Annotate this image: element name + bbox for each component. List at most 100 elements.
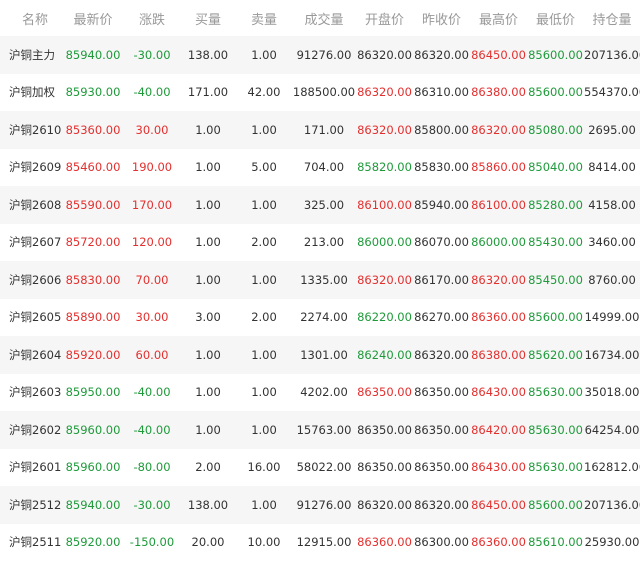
table-row[interactable]: 沪铜2608 85590.00 170.00 1.00 1.00 325.00 86100.…: [0, 186, 640, 224]
table-cell-bid-volume: 1.00: [180, 411, 236, 449]
table-cell-bid-volume: 1.00: [180, 336, 236, 374]
table-cell-prev-close: 86300.00: [413, 523, 470, 561]
contract-name-cell[interactable]: 沪铜2610: [0, 111, 62, 149]
table-cell-ask-volume: 1.00: [236, 336, 292, 374]
table-cell-high: 86320.00: [470, 261, 527, 299]
contract-name-cell[interactable]: 沪铜2512: [0, 486, 62, 524]
table-cell-high: 86100.00: [470, 186, 527, 224]
table-cell-change: 70.00: [124, 261, 180, 299]
table-row[interactable]: 沪铜2607 85720.00 120.00 1.00 2.00 213.00 86000.…: [0, 223, 640, 261]
column-header-last-price[interactable]: 最新价: [62, 0, 124, 36]
column-header-volume[interactable]: 成交量: [292, 0, 356, 36]
table-cell-change: 30.00: [124, 298, 180, 336]
table-cell-prev-close: 86170.00: [413, 261, 470, 299]
table-cell-change: 170.00: [124, 186, 180, 224]
table-cell-ask-volume: 1.00: [236, 411, 292, 449]
table-cell-low: 85630.00: [527, 411, 584, 449]
table-cell-high: 86430.00: [470, 448, 527, 486]
table-cell-bid-volume: 2.00: [180, 448, 236, 486]
table-cell-open-interest: 207136.00: [584, 486, 640, 524]
table-header: 名称 最新价 涨跌 买量 卖量 成交量 开盘价 昨收价 最高价 最低价 持仓量: [0, 0, 640, 36]
table-row[interactable]: 沪铜2511 85920.00 -150.00 20.00 10.00 12915.00 8…: [0, 523, 640, 561]
table-cell-low: 85600.00: [527, 486, 584, 524]
table-cell-open-interest: 14999.00: [584, 298, 640, 336]
table-cell-last-price: 85590.00: [62, 186, 124, 224]
table-row[interactable]: 沪铜2609 85460.00 190.00 1.00 5.00 704.00 85820.…: [0, 148, 640, 186]
futures-quote-table: 名称 最新价 涨跌 买量 卖量 成交量 开盘价 昨收价 最高价 最低价 持仓量 沪铜主力 85940.…: [0, 0, 640, 561]
contract-name-cell[interactable]: 沪铜2605: [0, 298, 62, 336]
contract-name-cell[interactable]: 沪铜2609: [0, 148, 62, 186]
contract-name-cell[interactable]: 沪铜加权: [0, 73, 62, 111]
table-cell-high: 85860.00: [470, 148, 527, 186]
table-cell-open-interest: 162812.00: [584, 448, 640, 486]
table-row[interactable]: 沪铜2602 85960.00 -40.00 1.00 1.00 15763.00 8635…: [0, 411, 640, 449]
table-row[interactable]: 沪铜2601 85960.00 -80.00 2.00 16.00 58022.00 863…: [0, 448, 640, 486]
table-cell-volume: 12915.00: [292, 523, 356, 561]
table-cell-bid-volume: 138.00: [180, 36, 236, 74]
table-cell-low: 85450.00: [527, 261, 584, 299]
table-cell-volume: 1335.00: [292, 261, 356, 299]
column-header-name[interactable]: 名称: [0, 0, 62, 36]
column-header-low[interactable]: 最低价: [527, 0, 584, 36]
table-cell-low: 85630.00: [527, 373, 584, 411]
table-cell-prev-close: 86310.00: [413, 73, 470, 111]
contract-name-cell[interactable]: 沪铜2601: [0, 448, 62, 486]
table-cell-ask-volume: 1.00: [236, 186, 292, 224]
table-cell-open-interest: 207136.00: [584, 36, 640, 74]
column-header-open[interactable]: 开盘价: [356, 0, 413, 36]
table-row[interactable]: 沪铜加权 85930.00 -40.00 171.00 42.00 188500.00 86…: [0, 73, 640, 111]
table-cell-low: 85280.00: [527, 186, 584, 224]
table-cell-ask-volume: 1.00: [236, 261, 292, 299]
column-header-prev-close[interactable]: 昨收价: [413, 0, 470, 36]
table-row[interactable]: 沪铜2604 85920.00 60.00 1.00 1.00 1301.00 86240.…: [0, 336, 640, 374]
table-row[interactable]: 沪铜2606 85830.00 70.00 1.00 1.00 1335.00 86320.…: [0, 261, 640, 299]
column-header-change[interactable]: 涨跌: [124, 0, 180, 36]
column-header-high[interactable]: 最高价: [470, 0, 527, 36]
contract-name-cell[interactable]: 沪铜2607: [0, 223, 62, 261]
table-cell-bid-volume: 1.00: [180, 111, 236, 149]
table-cell-open: 86100.00: [356, 186, 413, 224]
column-header-open-interest[interactable]: 持仓量: [584, 0, 640, 36]
table-cell-bid-volume: 1.00: [180, 186, 236, 224]
table-cell-change: -40.00: [124, 411, 180, 449]
table-cell-open: 86320.00: [356, 111, 413, 149]
table-cell-open: 86350.00: [356, 411, 413, 449]
contract-name-cell[interactable]: 沪铜2608: [0, 186, 62, 224]
contract-name-cell[interactable]: 沪铜2602: [0, 411, 62, 449]
table-cell-bid-volume: 138.00: [180, 486, 236, 524]
table-row[interactable]: 沪铜2512 85940.00 -30.00 138.00 1.00 91276.00 86…: [0, 486, 640, 524]
table-cell-volume: 188500.00: [292, 73, 356, 111]
table-cell-bid-volume: 1.00: [180, 373, 236, 411]
table-cell-high: 86360.00: [470, 298, 527, 336]
table-cell-high: 86450.00: [470, 36, 527, 74]
table-cell-open-interest: 8760.00: [584, 261, 640, 299]
table-cell-open-interest: 2695.00: [584, 111, 640, 149]
table-row[interactable]: 沪铜主力 85940.00 -30.00 138.00 1.00 91276.00 8632…: [0, 36, 640, 74]
contract-name-cell[interactable]: 沪铜2511: [0, 523, 62, 561]
table-cell-open-interest: 4158.00: [584, 186, 640, 224]
contract-name-cell[interactable]: 沪铜2606: [0, 261, 62, 299]
table-row[interactable]: 沪铜2610 85360.00 30.00 1.00 1.00 171.00 86320.0…: [0, 111, 640, 149]
column-header-bid-volume[interactable]: 买量: [180, 0, 236, 36]
table-cell-open-interest: 35018.00: [584, 373, 640, 411]
table-cell-prev-close: 86350.00: [413, 448, 470, 486]
contract-name-cell[interactable]: 沪铜2604: [0, 336, 62, 374]
contract-name-cell[interactable]: 沪铜主力: [0, 36, 62, 74]
contract-name-cell[interactable]: 沪铜2603: [0, 373, 62, 411]
table-row[interactable]: 沪铜2605 85890.00 30.00 3.00 2.00 2274.00 86220.…: [0, 298, 640, 336]
table-cell-low: 85630.00: [527, 448, 584, 486]
table-cell-volume: 91276.00: [292, 486, 356, 524]
table-cell-low: 85600.00: [527, 73, 584, 111]
table-cell-ask-volume: 5.00: [236, 148, 292, 186]
header-row: 名称 最新价 涨跌 买量 卖量 成交量 开盘价 昨收价 最高价 最低价 持仓量: [0, 0, 640, 36]
table-cell-last-price: 85460.00: [62, 148, 124, 186]
table-cell-bid-volume: 20.00: [180, 523, 236, 561]
table-cell-bid-volume: 171.00: [180, 73, 236, 111]
table-cell-last-price: 85940.00: [62, 486, 124, 524]
table-cell-high: 86000.00: [470, 223, 527, 261]
table-cell-last-price: 85930.00: [62, 73, 124, 111]
table-cell-ask-volume: 42.00: [236, 73, 292, 111]
table-cell-open: 86240.00: [356, 336, 413, 374]
table-row[interactable]: 沪铜2603 85950.00 -40.00 1.00 1.00 4202.00 86350…: [0, 373, 640, 411]
column-header-ask-volume[interactable]: 卖量: [236, 0, 292, 36]
